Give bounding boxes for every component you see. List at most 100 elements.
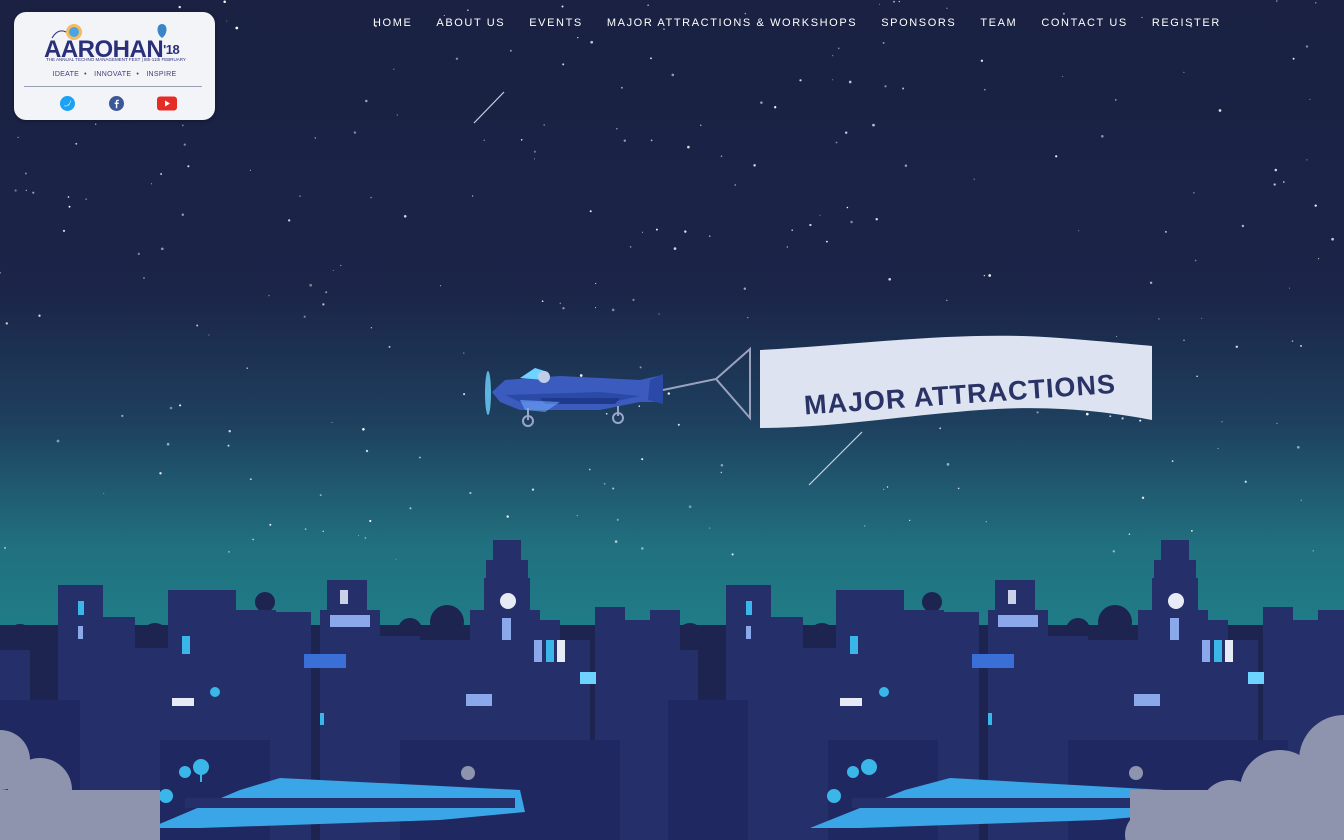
window-row (1134, 694, 1160, 706)
star (884, 85, 887, 88)
window (502, 618, 511, 640)
nav-sponsors[interactable]: SPONSORS (881, 17, 956, 29)
star (455, 57, 459, 60)
star (893, 0, 895, 3)
nav-events[interactable]: EVENTS (529, 17, 583, 29)
star (1218, 109, 1222, 112)
star (616, 128, 618, 130)
twitter-icon[interactable] (60, 96, 75, 111)
star (75, 142, 78, 145)
window (340, 590, 348, 604)
nav-contact-us[interactable]: CONTACT US (1041, 17, 1128, 29)
window (1170, 618, 1179, 640)
star (1191, 530, 1193, 532)
star (731, 553, 734, 556)
roof (972, 654, 1014, 668)
building (668, 700, 748, 840)
star (603, 482, 606, 485)
star (872, 123, 875, 127)
nav-home[interactable]: HOME (373, 17, 412, 29)
star (299, 195, 301, 197)
star (288, 219, 291, 222)
star (1183, 339, 1185, 341)
star (845, 131, 848, 134)
star (1274, 168, 1278, 172)
star (1276, 0, 1278, 2)
star (1221, 421, 1223, 423)
main-nav: HOME ABOUT US EVENTS MAJOR ATTRACTIONS &… (373, 16, 1221, 30)
window (988, 713, 992, 725)
star (1315, 2, 1317, 4)
star (837, 47, 840, 50)
star (1116, 335, 1118, 337)
star (1085, 412, 1089, 416)
star (1241, 224, 1245, 228)
tower (486, 560, 528, 580)
star (362, 428, 365, 431)
star (1062, 12, 1065, 15)
nav-major-attractions[interactable]: MAJOR ATTRACTIONS & WORKSHOPS (607, 17, 857, 29)
star (848, 80, 852, 84)
star (304, 528, 307, 530)
window (1202, 640, 1210, 662)
window-row (1248, 672, 1264, 684)
window (1214, 640, 1222, 662)
round-window (210, 687, 220, 697)
star (864, 525, 866, 527)
star (223, 0, 226, 3)
star (734, 184, 736, 186)
star (1109, 415, 1112, 418)
star (1282, 181, 1285, 183)
star (369, 519, 372, 523)
star (720, 471, 723, 474)
window-row (998, 615, 1038, 627)
star (543, 124, 546, 126)
star (269, 523, 272, 526)
youtube-icon[interactable] (157, 96, 177, 111)
star (791, 229, 793, 231)
star (632, 298, 635, 302)
star (909, 519, 911, 522)
star (658, 313, 660, 315)
star (623, 139, 626, 142)
star (1196, 375, 1198, 378)
star (340, 264, 342, 267)
star (1171, 460, 1174, 462)
star (562, 307, 565, 310)
star (1312, 550, 1314, 552)
nav-register[interactable]: REGISTER (1152, 17, 1221, 29)
star (1078, 230, 1080, 232)
star (370, 327, 373, 329)
star (1314, 204, 1317, 207)
star (561, 5, 564, 8)
star (472, 195, 474, 197)
star (483, 139, 485, 142)
star (641, 231, 644, 233)
star (1158, 318, 1160, 320)
facebook-icon[interactable] (109, 96, 124, 111)
star (1183, 71, 1185, 73)
star (629, 246, 632, 248)
nav-team[interactable]: TEAM (980, 17, 1017, 29)
tagline: IDEATE • INNOVATE • INSPIRE (52, 71, 177, 78)
star (1305, 45, 1309, 48)
window (320, 713, 324, 725)
star (463, 393, 466, 396)
star (331, 421, 333, 424)
star (506, 515, 509, 518)
star (590, 40, 594, 44)
nav-about-us[interactable]: ABOUT US (436, 17, 505, 29)
window-row (466, 694, 492, 706)
star (650, 57, 652, 60)
star (671, 73, 675, 77)
star (1289, 287, 1291, 289)
star (594, 307, 597, 309)
tower-dome (493, 540, 521, 562)
star (332, 269, 334, 271)
star (620, 86, 623, 89)
logo-card[interactable]: AAROHAN'18 THE ANNUAL TECHNO MANAGEMENT … (14, 12, 215, 120)
star (418, 456, 421, 459)
star (68, 205, 71, 208)
star (364, 537, 367, 539)
star (181, 124, 184, 127)
